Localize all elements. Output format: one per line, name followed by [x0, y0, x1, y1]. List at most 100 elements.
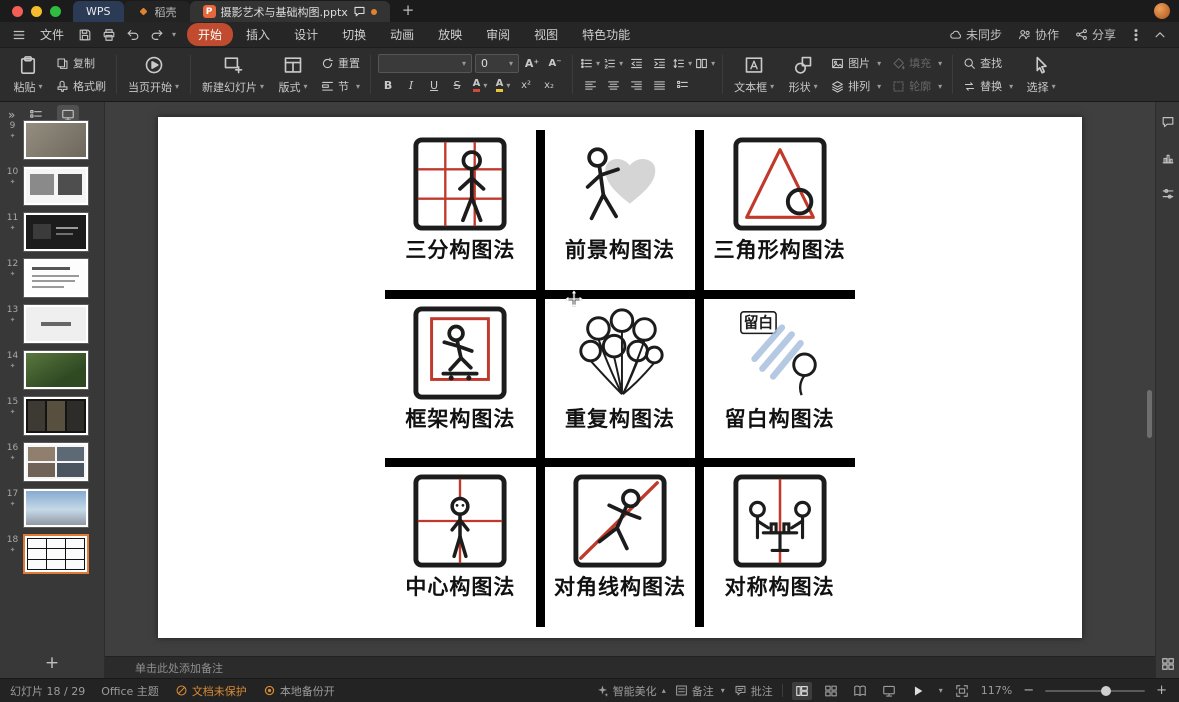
- font-name-select[interactable]: [378, 54, 472, 73]
- vertical-scrollbar[interactable]: [1147, 390, 1152, 438]
- play-options-icon[interactable]: ▾: [939, 686, 943, 695]
- highlight-color-button[interactable]: A: [493, 76, 513, 95]
- redo-icon[interactable]: [146, 25, 168, 45]
- layout-grid-icon[interactable]: [1159, 656, 1177, 672]
- chart-panel-icon[interactable]: [1159, 150, 1177, 166]
- slide-thumb-preview[interactable]: [23, 396, 89, 436]
- replace-button[interactable]: 替换: [959, 76, 1017, 96]
- document-tab[interactable]: P 摄影艺术与基础构图.pptx: [190, 1, 390, 22]
- docer-tab[interactable]: 稻壳: [124, 1, 190, 22]
- comments-panel-icon[interactable]: [1159, 114, 1177, 130]
- text-direction-button[interactable]: [672, 76, 692, 95]
- play-button[interactable]: [908, 682, 928, 700]
- comments-button[interactable]: 批注: [734, 683, 773, 699]
- underline-button[interactable]: U: [424, 76, 444, 95]
- menu-tab-0[interactable]: 开始: [187, 23, 233, 46]
- paste-button[interactable]: 粘贴: [7, 50, 49, 99]
- increase-font-size-button[interactable]: A⁺: [522, 54, 542, 73]
- section-button[interactable]: 节: [317, 76, 364, 96]
- fill-button[interactable]: 填充: [888, 53, 946, 73]
- properties-panel-icon[interactable]: [1159, 186, 1177, 202]
- slide-thumbnail-14[interactable]: 14✦: [5, 350, 100, 390]
- user-avatar[interactable]: [1154, 3, 1170, 19]
- textbox-button[interactable]: 文本框: [729, 50, 779, 99]
- decrease-font-size-button[interactable]: A⁻: [545, 54, 565, 73]
- slideshow-button[interactable]: [879, 682, 899, 700]
- superscript-button[interactable]: x²: [516, 76, 536, 95]
- composition-cell-foreground[interactable]: 前景构图法: [545, 130, 696, 290]
- slide-thumbnail-12[interactable]: 12✦: [5, 258, 100, 298]
- beautify-button[interactable]: 智能美化▴: [596, 683, 666, 699]
- composition-cell-triangle[interactable]: 三角形构图法: [704, 130, 855, 290]
- font-size-select[interactable]: 0: [475, 54, 519, 73]
- composition-cell-rule-of-thirds[interactable]: 三分构图法: [385, 130, 536, 290]
- find-button[interactable]: 查找: [959, 53, 1017, 73]
- columns-button[interactable]: [695, 54, 715, 73]
- file-menu[interactable]: 文件: [32, 26, 72, 43]
- slide-thumb-preview[interactable]: [23, 304, 89, 344]
- slide-thumbnail-17[interactable]: 17✦: [5, 488, 100, 528]
- view-normal-button[interactable]: [792, 682, 812, 700]
- zoom-level[interactable]: 117%: [981, 684, 1012, 697]
- bullet-list-button[interactable]: [580, 54, 600, 73]
- slide-18[interactable]: 三分构图法前景构图法三角形构图法框架构图法重复构图法留白留白构图法中心构图法对角…: [158, 117, 1082, 638]
- slide-canvas[interactable]: 三分构图法前景构图法三角形构图法框架构图法重复构图法留白留白构图法中心构图法对角…: [105, 102, 1155, 656]
- more-options-icon[interactable]: [1125, 25, 1147, 45]
- composition-cell-negative-space[interactable]: 留白留白构图法: [704, 299, 855, 459]
- shape-button[interactable]: 形状: [782, 50, 824, 99]
- new-tab-button[interactable]: +: [402, 1, 415, 19]
- notes-button[interactable]: 备注: [675, 683, 725, 699]
- slide-thumb-preview[interactable]: [23, 442, 89, 482]
- add-slide-button[interactable]: +: [0, 648, 104, 678]
- slide-thumb-preview[interactable]: [23, 534, 89, 574]
- menu-tab-1[interactable]: 插入: [235, 23, 281, 46]
- select-button[interactable]: 选择: [1020, 50, 1062, 99]
- slide-thumbnail-13[interactable]: 13✦: [5, 304, 100, 344]
- increase-indent-button[interactable]: [649, 54, 669, 73]
- picture-button[interactable]: 图片: [827, 53, 885, 73]
- save-icon[interactable]: [74, 25, 96, 45]
- layout-button[interactable]: 版式: [272, 50, 314, 99]
- collaborate-button[interactable]: 协作: [1011, 26, 1066, 43]
- protection-status[interactable]: 文档未保护: [175, 683, 247, 699]
- align-justify-button[interactable]: [649, 76, 669, 95]
- zoom-knob[interactable]: [1101, 686, 1111, 696]
- zoom-out-button[interactable]: −: [1021, 683, 1036, 698]
- zoom-in-button[interactable]: +: [1154, 683, 1169, 698]
- slide-thumb-preview[interactable]: [23, 120, 89, 160]
- composition-cell-center[interactable]: 中心构图法: [385, 467, 536, 627]
- collapse-ribbon-icon[interactable]: [1149, 25, 1171, 45]
- numbered-list-button[interactable]: [603, 54, 623, 73]
- menu-tab-5[interactable]: 放映: [427, 23, 473, 46]
- zoom-window-button[interactable]: [50, 6, 61, 17]
- slide-thumbnail-15[interactable]: 15✦: [5, 396, 100, 436]
- sync-status[interactable]: 未同步: [942, 26, 1009, 43]
- menu-tab-6[interactable]: 审阅: [475, 23, 521, 46]
- view-read-button[interactable]: [850, 682, 870, 700]
- zoom-slider[interactable]: [1045, 690, 1145, 692]
- view-sorter-button[interactable]: [821, 682, 841, 700]
- copy-button[interactable]: 复制: [52, 53, 110, 73]
- subscript-button[interactable]: x₂: [539, 76, 559, 95]
- notes-bar[interactable]: 单击此处添加备注: [105, 656, 1155, 678]
- minimize-window-button[interactable]: [31, 6, 42, 17]
- slide-thumb-preview[interactable]: [23, 212, 89, 252]
- align-left-button[interactable]: [580, 76, 600, 95]
- composition-cell-frame[interactable]: 框架构图法: [385, 299, 536, 459]
- slide-thumbnail-18[interactable]: 18✦: [5, 534, 100, 574]
- composition-cell-symmetry[interactable]: 对称构图法: [704, 467, 855, 627]
- slide-thumb-preview[interactable]: [23, 166, 89, 206]
- menu-tab-2[interactable]: 设计: [283, 23, 329, 46]
- new-slide-button[interactable]: 新建幻灯片: [197, 50, 269, 99]
- align-right-button[interactable]: [626, 76, 646, 95]
- print-icon[interactable]: [98, 25, 120, 45]
- reset-button[interactable]: 重置: [317, 53, 364, 73]
- chevron-down-icon[interactable]: ▾: [172, 30, 176, 39]
- align-center-button[interactable]: [603, 76, 623, 95]
- composition-cell-repetition[interactable]: 重复构图法: [545, 299, 696, 459]
- fit-window-button[interactable]: [952, 682, 972, 700]
- play-from-current-button[interactable]: 当页开始: [123, 50, 184, 99]
- bold-button[interactable]: B: [378, 76, 398, 95]
- slide-thumbnail-11[interactable]: 11✦: [5, 212, 100, 252]
- slide-thumbnail-9[interactable]: 9✦: [5, 120, 100, 160]
